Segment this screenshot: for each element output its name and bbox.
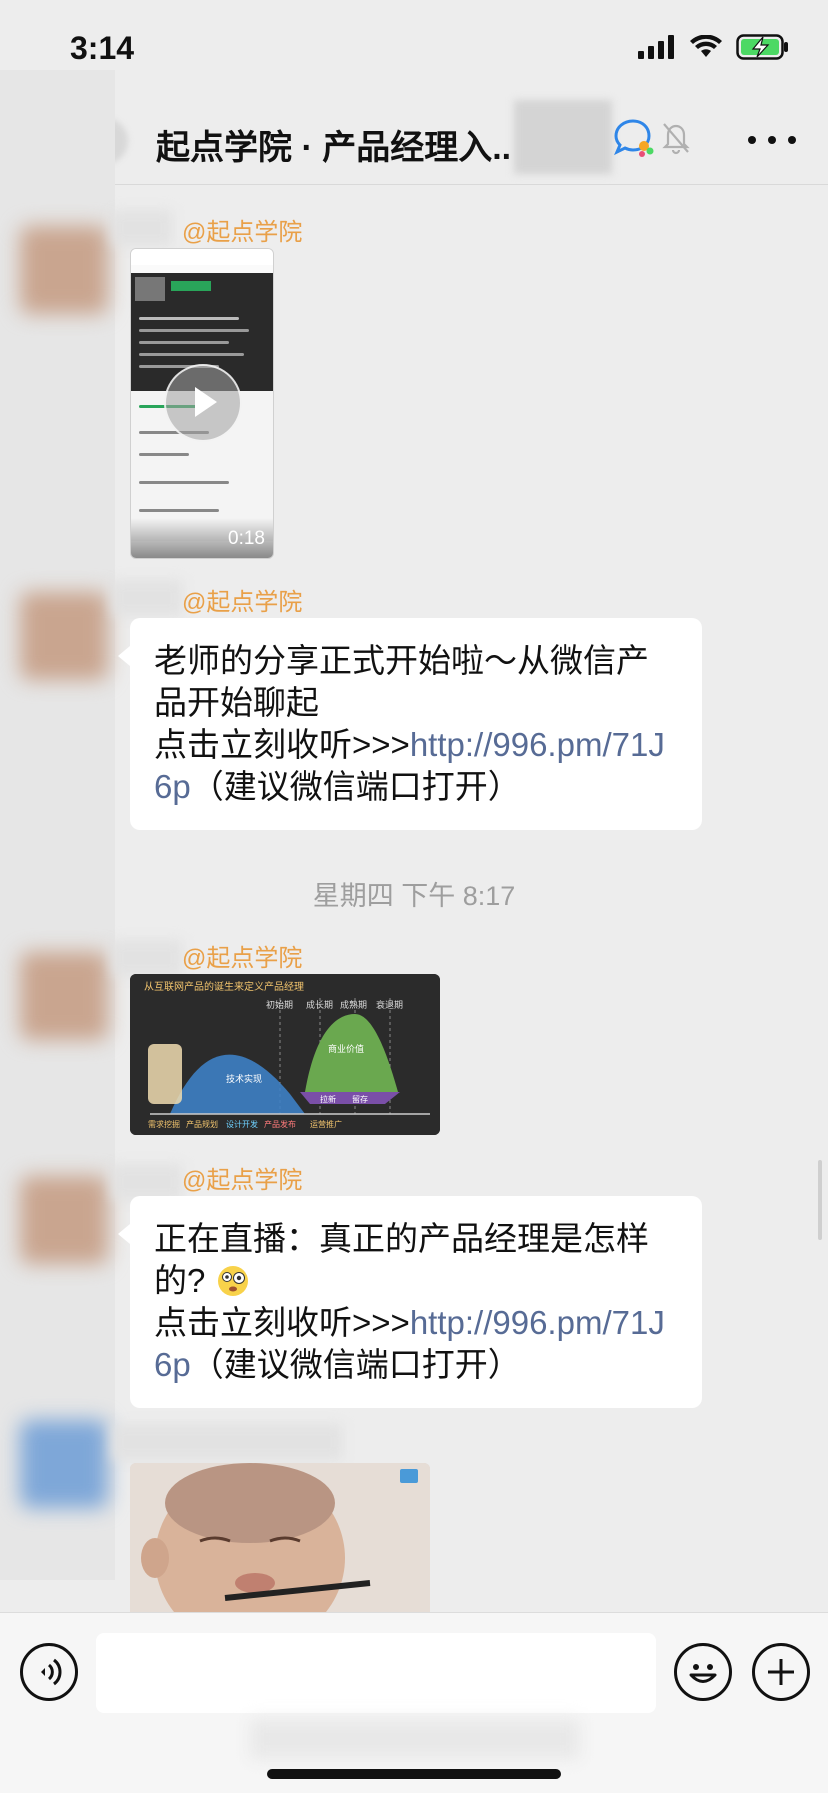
image-message[interactable] (130, 1463, 430, 1613)
status-bar: 3:14 (0, 0, 828, 100)
stage-label: 成长期 (306, 999, 333, 1011)
avatar[interactable] (20, 592, 108, 680)
diagram-label: 产品发布 (264, 1119, 296, 1129)
sender-name: @起点学院 (182, 945, 303, 972)
diagram-label: 设计开发 (226, 1119, 258, 1129)
avatar[interactable] (20, 226, 108, 314)
video-duration: 0:18 (228, 528, 265, 549)
wifi-icon (690, 35, 722, 57)
sender-name: @起点学院 (182, 1167, 303, 1194)
image-message[interactable]: 从互联网产品的诞生来定义产品经理 初始期 成长期 成熟期 衰退期 技术实现 商业… (130, 974, 440, 1135)
message-text: 老师的分享正式开始啦～从微信产品开始聊起 (154, 642, 649, 721)
video-thumbnail-header (131, 249, 273, 265)
avatar[interactable] (20, 1176, 108, 1264)
voice-button[interactable] (20, 1643, 78, 1701)
video-message[interactable]: 0:18 (130, 248, 274, 559)
emoji-button[interactable] (674, 1643, 732, 1701)
cellular-signal-icon (638, 35, 674, 59)
message-text: （建议微信端口打开） (190, 768, 521, 805)
diagram-label: 技术实现 (226, 1073, 262, 1085)
diagram-label: 留存 (352, 1094, 368, 1104)
battery-charging-icon (736, 34, 788, 60)
sender-name: @起点学院 (182, 219, 303, 246)
name-redaction (112, 940, 182, 976)
emoji-icon (217, 1266, 248, 1296)
diagram-label: 需求挖掘 (148, 1119, 180, 1129)
text-line (139, 353, 244, 356)
more-button[interactable] (748, 122, 796, 158)
stage-label: 初始期 (266, 999, 293, 1011)
title-redaction (514, 100, 612, 174)
more-dot-icon (748, 136, 756, 144)
name-redaction (112, 580, 182, 616)
status-time: 3:14 (70, 30, 135, 66)
text-message-bubble[interactable]: 老师的分享正式开始啦～从微信产品开始聊起 点击立刻收听>>>http://996… (118, 618, 702, 830)
diagram-label: 商业价值 (328, 1043, 364, 1055)
message-text: 点击立刻收听>>> (154, 1304, 410, 1341)
name-redaction (112, 210, 172, 246)
message-text: （建议微信端口打开） (190, 1346, 521, 1383)
plus-icon (768, 1659, 794, 1685)
stage-label: 成熟期 (340, 999, 367, 1011)
group-chat-icon[interactable] (612, 118, 656, 158)
text-line (139, 317, 239, 320)
mute-icon (662, 123, 690, 155)
text-line (139, 329, 249, 332)
presenter-thumbnail (135, 277, 165, 301)
time-divider: 星期四 下午 8:17 (312, 881, 516, 911)
name-redaction (112, 1424, 342, 1460)
smiley-icon (689, 1664, 717, 1683)
play-icon[interactable] (164, 364, 242, 442)
diagram-label: 拉新 (320, 1094, 336, 1104)
more-dot-icon (768, 136, 776, 144)
diagram-label: 运营推广 (310, 1119, 342, 1129)
message-input[interactable] (96, 1633, 656, 1713)
chat-title[interactable]: 起点学院 · 产品经理入.. (156, 120, 511, 169)
avatar[interactable] (20, 1420, 108, 1508)
chat-header: 起点学院 · 产品经理入.. (0, 100, 828, 185)
text-line (139, 481, 229, 484)
product-lifecycle-diagram: 从互联网产品的诞生来定义产品经理 初始期 成长期 成熟期 衰退期 技术实现 商业… (130, 974, 440, 1135)
text-line (139, 341, 229, 344)
scroll-indicator (818, 1160, 822, 1240)
status-icons (638, 34, 790, 60)
text-message-bubble[interactable]: 正在直播：真正的产品经理是怎样的? 点击立刻收听>>>http://996.pm… (118, 1196, 702, 1408)
diagram-label: 产品规划 (186, 1119, 218, 1129)
input-bar (0, 1612, 828, 1793)
sender-name: @起点学院 (182, 589, 303, 616)
baby-photo (130, 1463, 430, 1613)
home-indicator[interactable] (267, 1769, 561, 1779)
redaction (250, 1719, 580, 1759)
message-text: 点击立刻收听>>> (154, 726, 410, 763)
avatar[interactable] (20, 952, 108, 1040)
name-redaction (112, 1164, 182, 1200)
diagram-title: 从互联网产品的诞生来定义产品经理 (144, 980, 304, 993)
more-functions-button[interactable] (752, 1643, 810, 1701)
stage-label: 衰退期 (376, 999, 403, 1011)
voice-icon (41, 1658, 62, 1686)
text-line (139, 453, 189, 456)
text-line (139, 509, 219, 512)
live-tag (171, 281, 211, 291)
more-dot-icon (788, 136, 796, 144)
